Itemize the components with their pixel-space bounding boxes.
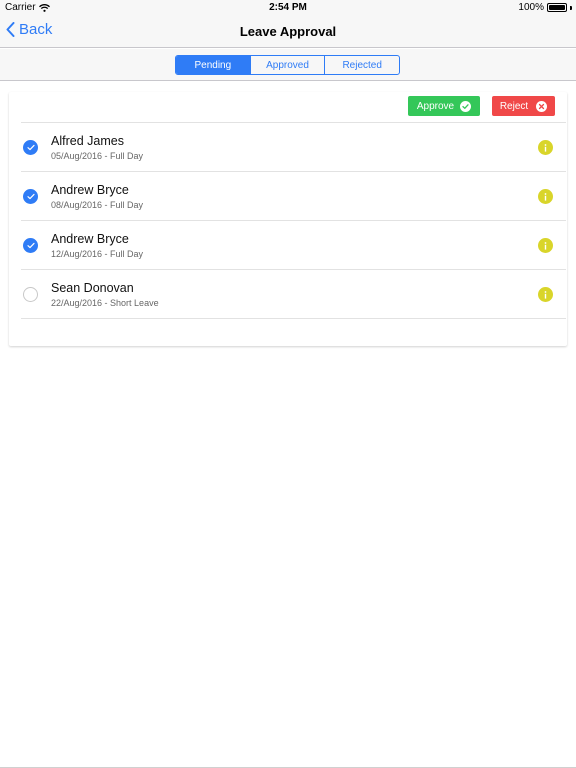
battery-tip <box>570 5 572 10</box>
employee-name: Andrew Bryce <box>51 183 129 197</box>
checkbox-checked[interactable] <box>23 140 38 155</box>
info-icon <box>544 192 547 201</box>
page-title: Leave Approval <box>239 24 337 39</box>
list-item[interactable]: Sean Donovan 22/Aug/2016 - Short Leave <box>21 270 566 319</box>
close-circle-icon <box>536 100 548 112</box>
status-bar: Carrier 2:54 PM 100% <box>0 0 576 16</box>
status-time: 2:54 PM <box>269 2 307 13</box>
checkmark-icon <box>26 242 35 249</box>
info-icon <box>544 290 547 299</box>
info-button[interactable] <box>538 189 553 204</box>
info-button[interactable] <box>538 140 553 155</box>
battery-icon <box>547 3 567 12</box>
leave-requests-card: Approve Reject Alfred James 05/Aug/2016 … <box>9 92 567 346</box>
reject-button[interactable]: Reject <box>492 96 555 116</box>
segment-approved[interactable]: Approved <box>249 56 325 74</box>
info-icon <box>544 241 547 250</box>
checkmark-icon <box>26 193 35 200</box>
checkbox-checked[interactable] <box>23 238 38 253</box>
employee-name: Alfred James <box>51 134 124 148</box>
leave-detail: 08/Aug/2016 - Full Day <box>51 200 144 210</box>
list-item[interactable]: Alfred James 05/Aug/2016 - Full Day <box>21 123 566 172</box>
info-button[interactable] <box>538 238 553 253</box>
check-circle-icon <box>460 100 472 112</box>
leave-detail: 05/Aug/2016 - Full Day <box>51 151 144 161</box>
approve-label: Approve <box>416 100 455 112</box>
leave-detail: 12/Aug/2016 - Full Day <box>51 249 144 259</box>
checkmark-icon <box>26 144 35 151</box>
battery-percent: 100% <box>518 2 544 13</box>
info-button[interactable] <box>538 287 553 302</box>
employee-name: Sean Donovan <box>51 281 134 295</box>
status-right: 100% <box>518 2 572 13</box>
info-icon <box>544 143 547 152</box>
status-filter-segmented-control: Pending Approved Rejected <box>175 55 400 75</box>
segment-area: Pending Approved Rejected <box>0 49 576 81</box>
list-item[interactable]: Andrew Bryce 12/Aug/2016 - Full Day <box>21 221 566 270</box>
employee-name: Andrew Bryce <box>51 232 129 246</box>
checkbox-unchecked[interactable] <box>23 287 38 302</box>
leave-detail: 22/Aug/2016 - Short Leave <box>51 298 159 308</box>
action-toolbar: Approve Reject <box>21 92 566 123</box>
segment-rejected[interactable]: Rejected <box>324 56 399 74</box>
list-item[interactable]: Andrew Bryce 08/Aug/2016 - Full Day <box>21 172 566 221</box>
checkbox-checked[interactable] <box>23 189 38 204</box>
approve-button[interactable]: Approve <box>408 96 480 116</box>
reject-label: Reject <box>499 100 529 112</box>
navigation-bar: Back Leave Approval <box>0 16 576 48</box>
segment-pending[interactable]: Pending <box>176 56 250 74</box>
